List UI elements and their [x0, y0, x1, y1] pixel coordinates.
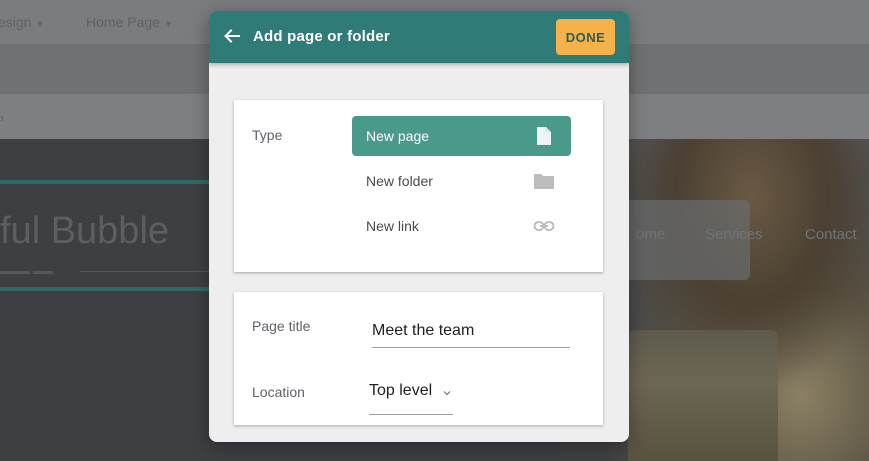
chevron-down-icon: ▾: [37, 19, 43, 30]
background-divider: [80, 271, 210, 272]
option-label: New page: [366, 128, 430, 144]
details-card: Page title Location Top level: [234, 292, 603, 425]
background-subline: ▬▬▬ ▬▬: [0, 266, 53, 277]
background-stripe: [0, 287, 210, 291]
type-option-new-link[interactable]: New link: [352, 206, 571, 246]
breadcrumb-label: esign: [0, 14, 32, 30]
breadcrumb-label: Home Page: [86, 14, 160, 30]
background-stripe: [0, 180, 210, 184]
background-photo-detail: [628, 330, 778, 461]
type-option-new-folder[interactable]: New folder: [352, 161, 571, 201]
background-nav-item: Services: [705, 226, 763, 243]
chevron-down-icon: [443, 391, 451, 396]
page-title-input[interactable]: [372, 315, 570, 348]
type-label: Type: [252, 127, 283, 143]
back-button[interactable]: [221, 25, 243, 47]
location-label: Location: [252, 384, 305, 400]
page-icon: [537, 127, 551, 145]
dialog-header: Add page or folder DONE: [209, 11, 629, 63]
background-nav-item: Contact: [805, 226, 857, 243]
type-card: Type New page New folder New link: [234, 100, 603, 272]
breadcrumb-item: esign ▾: [0, 14, 43, 30]
arrow-left-icon: [224, 29, 240, 43]
page-title-label: Page title: [252, 318, 311, 334]
location-select[interactable]: Top level: [369, 378, 453, 415]
location-value: Top level: [369, 382, 433, 399]
arrow-icon: ›: [0, 110, 5, 125]
done-button[interactable]: DONE: [556, 19, 615, 55]
type-option-new-page[interactable]: New page: [352, 116, 571, 156]
add-page-dialog: Add page or folder DONE Type New page Ne…: [209, 11, 629, 442]
breadcrumb-item: Home Page ▾: [86, 14, 171, 30]
background-site-title: ful Bubble: [0, 210, 170, 252]
folder-icon: [534, 174, 554, 189]
chevron-down-icon: ▾: [165, 19, 171, 30]
option-label: New folder: [366, 173, 433, 189]
link-icon: [533, 221, 555, 231]
option-label: New link: [366, 218, 419, 234]
page: esign ▾ Home Page ▾ › ful Bubble ▬▬▬ ▬▬ om…: [0, 0, 869, 461]
dialog-title: Add page or folder: [253, 28, 390, 45]
background-nav-item: ome: [636, 226, 666, 243]
